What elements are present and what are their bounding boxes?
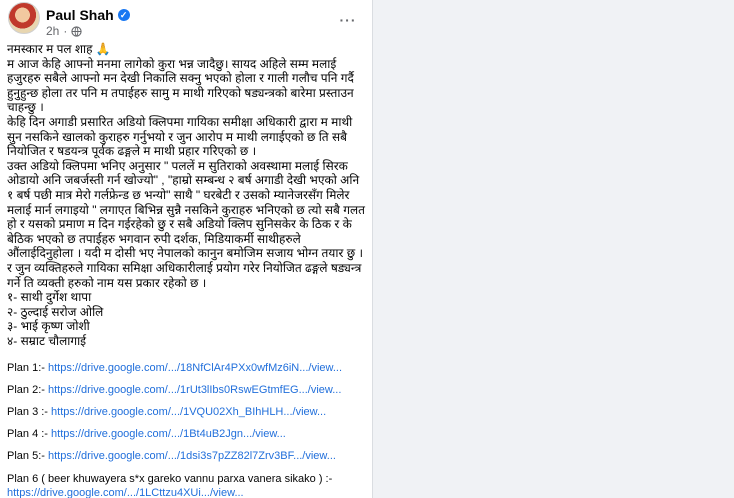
list-item: ३- भाई कृष्ण जोशी bbox=[7, 319, 90, 334]
plan-row: Plan 5:- https://drive.google.com/.../1d… bbox=[7, 450, 367, 472]
list-item: ४- सम्राट चौलागाई bbox=[7, 333, 87, 348]
post-card: Paul Shah ✓ 2h · ··· नमस्कार म पल शाह 🙏 … bbox=[0, 0, 373, 498]
plan-row: Plan 6 ( beer khuwayera s*x gareko vannu… bbox=[7, 472, 367, 498]
plan-label: Plan 6 ( beer khuwayera s*x gareko vannu… bbox=[7, 473, 333, 485]
post-time[interactable]: 2h bbox=[46, 24, 59, 38]
names-list: १- साथी दुर्गेश थापा २- ठुल्दाई सरोज ओलि… bbox=[7, 290, 367, 348]
drive-link[interactable]: https://drive.google.com/.../1Bt4uB2Jgn.… bbox=[51, 428, 286, 440]
plan-row: Plan 2:- https://drive.google.com/.../1r… bbox=[7, 384, 367, 406]
meta-separator: · bbox=[63, 24, 68, 38]
author-row: Paul Shah ✓ bbox=[46, 7, 130, 23]
post-paragraph: म आज केहि आफ्नो मनमा लागेको कुरा भन्न जा… bbox=[7, 56, 354, 115]
list-item: २- ठुल्दाई सरोज ओलि bbox=[7, 304, 104, 319]
plans-section: Plan 1:- https://drive.google.com/.../18… bbox=[7, 362, 367, 498]
post-meta: 2h · bbox=[46, 24, 82, 38]
post-body: नमस्कार म पल शाह 🙏 म आज केहि आफ्नो मनमा … bbox=[7, 42, 367, 348]
post-paragraph: केहि दिन अगाडी प्रसारित अडियो क्लिपमा गा… bbox=[7, 114, 353, 159]
drive-link[interactable]: https://drive.google.com/.../1dsi3s7pZZ8… bbox=[48, 450, 336, 462]
list-item: १- साथी दुर्गेश थापा bbox=[7, 290, 92, 305]
plan-row: Plan 3 :- https://drive.google.com/.../1… bbox=[7, 406, 367, 428]
plan-label: Plan 5:- bbox=[7, 450, 48, 462]
post-paragraph: नमस्कार म पल शाह 🙏 bbox=[7, 42, 111, 56]
more-options-icon[interactable]: ··· bbox=[336, 8, 360, 32]
drive-link[interactable]: https://drive.google.com/.../1VQU02Xh_BI… bbox=[51, 406, 326, 418]
plan-label: Plan 2:- bbox=[7, 384, 48, 396]
plan-label: Plan 1:- bbox=[7, 362, 48, 374]
drive-link[interactable]: https://drive.google.com/.../18NfClAr4PX… bbox=[48, 362, 342, 374]
verified-badge-icon: ✓ bbox=[117, 9, 130, 21]
globe-icon bbox=[71, 25, 82, 37]
post-header: Paul Shah ✓ 2h · ··· bbox=[0, 0, 372, 42]
plan-label: Plan 3 :- bbox=[7, 406, 52, 418]
plan-row: Plan 4 :- https://drive.google.com/.../1… bbox=[7, 428, 367, 450]
plan-row: Plan 1:- https://drive.google.com/.../18… bbox=[7, 362, 367, 384]
drive-link[interactable]: https://drive.google.com/.../1rUt3lIbs0R… bbox=[48, 384, 341, 396]
plan-label: Plan 4 :- bbox=[7, 428, 52, 440]
drive-link[interactable]: https://drive.google.com/.../1LCttzu4XUi… bbox=[7, 487, 244, 498]
post-paragraph: उक्त अडियो क्लिपमा भनिए अनुसार " पललें म… bbox=[7, 158, 365, 290]
author-name[interactable]: Paul Shah bbox=[46, 7, 114, 23]
author-avatar[interactable] bbox=[8, 2, 40, 34]
